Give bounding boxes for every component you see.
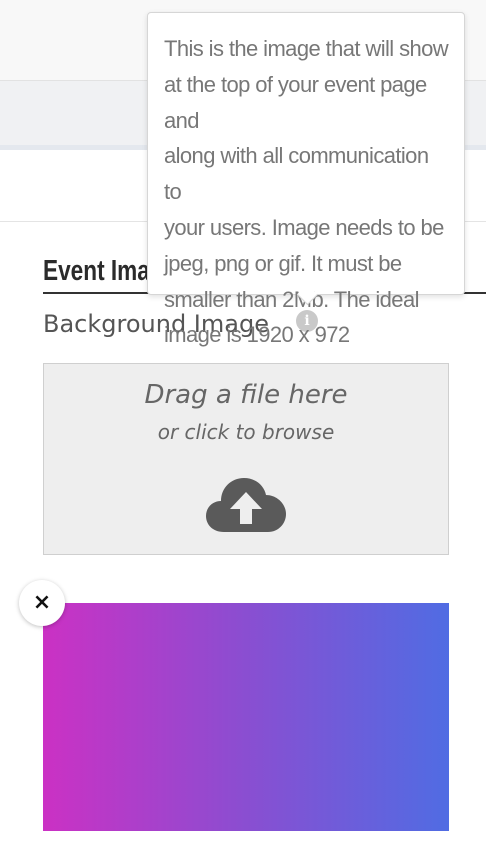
tooltip-line: This is the image that will show <box>164 36 449 61</box>
remove-image-button[interactable]: × <box>19 580 65 626</box>
tooltip-line: image is 1920 x 972 <box>164 322 350 348</box>
tooltip-line: your users. Image needs to be <box>164 214 444 240</box>
info-tooltip: This is the image that will show at the … <box>147 12 465 347</box>
tooltip-line: jpeg, png or gif. It must be <box>164 250 402 276</box>
tooltip-line: at the top of your event page and <box>164 71 427 133</box>
file-dropzone[interactable]: Drag a file here or click to browse <box>43 363 449 555</box>
cloud-upload-icon <box>206 478 286 532</box>
tooltip-line: along with all communication to <box>164 143 429 205</box>
dropzone-title: Drag a file here <box>144 380 348 410</box>
image-preview <box>43 603 449 831</box>
dropzone-subtitle: or click to browse <box>157 420 335 444</box>
